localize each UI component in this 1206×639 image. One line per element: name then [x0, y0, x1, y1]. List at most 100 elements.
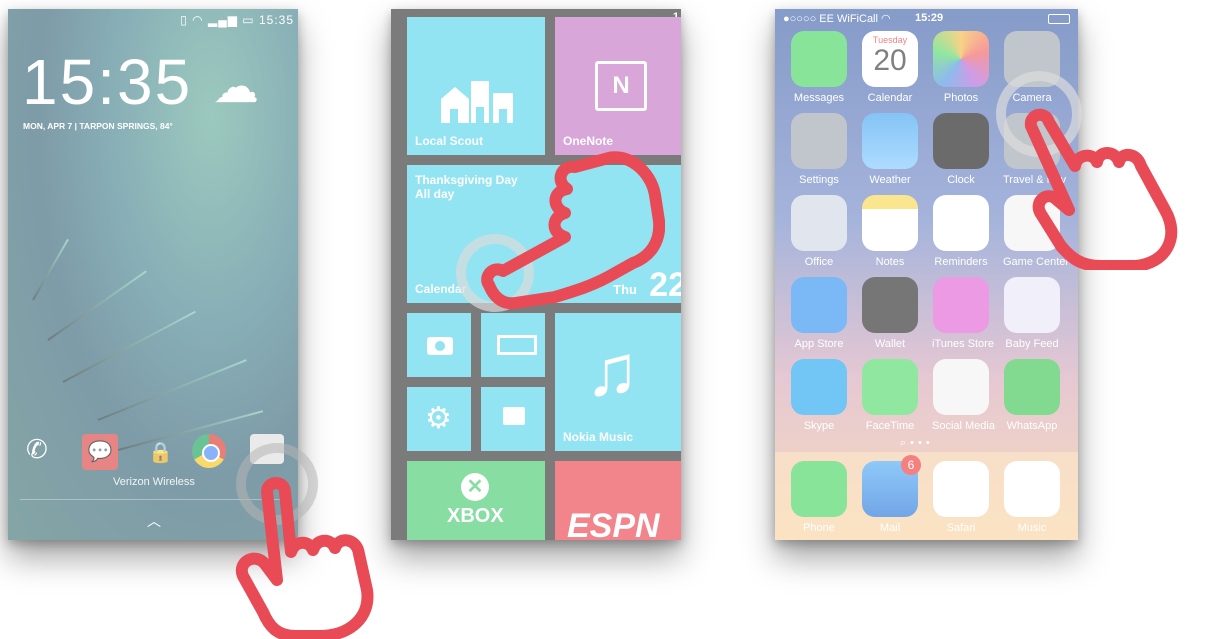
safari-icon — [933, 461, 989, 517]
app-label: iTunes Store — [932, 338, 994, 350]
app-label: Skype — [803, 420, 835, 432]
weather-cloud-icon: ☁ — [213, 60, 259, 112]
chrome-icon[interactable] — [192, 434, 226, 468]
app-label: Safari — [946, 522, 976, 534]
event-when: All day — [415, 187, 455, 201]
photos-icon — [933, 31, 989, 87]
app-label: Weather — [869, 174, 911, 186]
app-label: Notes — [875, 256, 905, 268]
phone-icon — [791, 461, 847, 517]
wallpaper-strand — [97, 359, 247, 421]
status-bar: ▯ ◠ ▂▄▆ ▭ 15:35 — [180, 13, 294, 27]
wifi-icon: ◠ — [192, 13, 204, 27]
app-label: Phone — [803, 522, 835, 534]
app-social-media-folder[interactable]: Social Media — [932, 359, 995, 432]
messages-icon — [791, 31, 847, 87]
lock-icon[interactable]: 🔒 — [148, 440, 173, 465]
app-label: Social Media — [932, 420, 995, 432]
chat-icon — [503, 407, 525, 425]
app-calendar[interactable]: Tuesday 20 Calendar — [861, 31, 919, 104]
app-wallet[interactable]: Wallet — [861, 277, 919, 350]
app-label: App Store — [794, 338, 844, 350]
xbox-label: XBOX — [447, 505, 504, 527]
signal-icon: ▂▄▆ — [207, 13, 238, 27]
settings-icon — [791, 113, 847, 169]
dock-safari[interactable]: Safari — [932, 461, 990, 534]
app-label: Settings — [799, 174, 839, 186]
app-label: Photos — [943, 92, 979, 104]
tap-hand-android — [235, 443, 374, 639]
app-label: Baby Feed — [1005, 338, 1059, 350]
app-label: Messages — [793, 92, 845, 104]
app-label: Wallet — [874, 338, 906, 350]
carrier-label: Verizon Wireless — [113, 476, 195, 488]
mail-badge: 6 — [901, 455, 921, 475]
app-itunes-store[interactable]: iTunes Store — [932, 277, 994, 350]
calendar-icon: Tuesday 20 — [862, 31, 918, 87]
dock-mail[interactable]: 6 Mail — [861, 455, 921, 534]
app-office-folder[interactable]: Office — [790, 195, 848, 268]
app-whatsapp[interactable]: WhatsApp — [1003, 359, 1061, 432]
battery-icon: ▭ — [242, 13, 255, 27]
dock-phone[interactable]: Phone — [790, 461, 848, 534]
app-label: Mail — [879, 522, 901, 534]
app-reminders[interactable]: Reminders — [932, 195, 990, 268]
calendar-day: 20 — [873, 44, 907, 77]
app-weather[interactable]: Weather — [861, 113, 919, 186]
tap-hand-winphone — [456, 151, 665, 312]
wallpaper-strand — [62, 310, 196, 383]
camera-icon — [427, 337, 453, 355]
app-label: Office — [804, 256, 834, 268]
clock-icon — [933, 113, 989, 169]
dock-music[interactable]: Music — [1003, 461, 1061, 534]
phone-icon[interactable]: ✆ — [26, 434, 48, 465]
app-clock[interactable]: Clock — [932, 113, 990, 186]
app-facetime[interactable]: FaceTime — [861, 359, 919, 432]
xbox-icon: ✕ — [461, 473, 489, 501]
city-icon — [441, 81, 513, 123]
social-media-folder-icon — [933, 359, 989, 415]
tile-nokia-music[interactable]: ♫ Nokia Music — [555, 313, 681, 451]
app-label: Music — [1017, 522, 1047, 534]
itunes-store-icon — [933, 277, 989, 333]
chevron-up-icon[interactable]: ︿ — [147, 511, 161, 531]
tile-xbox[interactable]: ✕ XBOX — [407, 461, 545, 540]
app-photos[interactable]: Photos — [932, 31, 990, 104]
baby-feed-icon — [1004, 277, 1060, 333]
office-folder-icon — [791, 195, 847, 251]
espn-logo: ESPN — [567, 507, 660, 540]
app-settings[interactable]: Settings — [790, 113, 848, 186]
vibrate-icon: ▯ — [180, 13, 188, 27]
battery-icon — [1048, 14, 1070, 24]
gear-icon: ⚙ — [425, 402, 452, 435]
messages-icon[interactable]: 💬 — [82, 434, 118, 470]
app-app-store[interactable]: App Store — [790, 277, 848, 350]
notes-icon — [862, 195, 918, 251]
app-label: WhatsApp — [1006, 420, 1058, 432]
lock-clock: 15:35 — [22, 46, 193, 118]
status-bar: ●○○○○ EE WiFiCall ◠ 15:29 — [783, 12, 1070, 26]
app-label: FaceTime — [865, 420, 915, 432]
music-icon — [1004, 461, 1060, 517]
skype-icon — [791, 359, 847, 415]
app-label: Calendar — [867, 92, 913, 104]
lock-date: MON, APR 7 | TARPON SPRINGS, 84° — [23, 121, 173, 131]
reminders-icon — [933, 195, 989, 251]
app-skype[interactable]: Skype — [790, 359, 848, 432]
app-store-icon — [791, 277, 847, 333]
wallpaper-strand — [47, 270, 147, 341]
page-dots: ⌕••• — [900, 437, 934, 449]
app-baby-feed[interactable]: Baby Feed — [1003, 277, 1061, 350]
app-messages[interactable]: Messages — [790, 31, 848, 104]
tile-feedback[interactable] — [481, 387, 545, 451]
map-icon — [497, 335, 537, 355]
app-label: Clock — [947, 174, 975, 186]
weather-icon — [862, 113, 918, 169]
wallet-icon — [862, 277, 918, 333]
app-notes[interactable]: Notes — [861, 195, 919, 268]
carrier-label: ●○○○○ EE WiFiCall — [783, 13, 878, 25]
tile-espn[interactable]: ESPN — [555, 461, 681, 540]
music-note-icon: ♫ — [585, 331, 639, 411]
wifi-icon: ◠ — [881, 13, 891, 25]
status-time: 15:35 — [258, 13, 294, 27]
